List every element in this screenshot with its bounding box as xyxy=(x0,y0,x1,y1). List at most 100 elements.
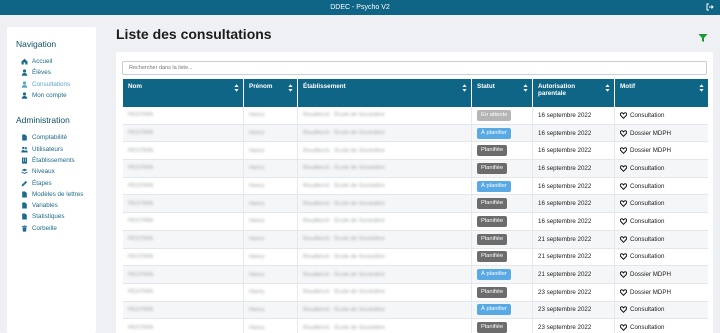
cell-nom: PESTRIN xyxy=(123,213,244,230)
cell-nom: PESTRIN xyxy=(123,124,244,142)
status-badge: Planifiée xyxy=(477,233,508,245)
sidebar-item-utilisateurs[interactable]: Utilisateurs xyxy=(16,143,96,154)
table-row[interactable]: PESTRIN Hanry Roudlerch · École de Sociedè… xyxy=(123,177,708,196)
prenom-value: Hanry xyxy=(249,306,265,313)
column-header-label: Motif xyxy=(620,83,636,90)
nom-value: PESTRIN xyxy=(128,236,154,243)
sidebar-item-modeles-de-lettres[interactable]: Modèles de lettres xyxy=(16,189,96,200)
prenom-value: Hanry xyxy=(249,236,265,243)
logout-icon[interactable] xyxy=(705,2,715,12)
cell-statut: Planifiée xyxy=(472,160,533,177)
cell-motif: Consultation xyxy=(615,213,708,230)
cell-statut: Planifiée xyxy=(472,319,533,333)
cell-motif: Dossier MDPH xyxy=(615,125,708,142)
pencil-icon xyxy=(21,180,28,187)
cell-etablissement: Roudlerch · École de Sociedère xyxy=(298,160,472,177)
sidebar-item-mon-compte[interactable]: Mon compte xyxy=(16,90,96,101)
motif-label: Consultation xyxy=(630,235,665,243)
column-header-prenom[interactable]: Prénom xyxy=(244,79,298,107)
cell-nom: PESTRIN xyxy=(123,319,244,333)
motif-label: Consultation xyxy=(630,200,665,208)
cell-prenom: Hanry xyxy=(244,266,298,283)
page-title: Liste des consultations xyxy=(116,26,272,42)
sidebar-item-accueil[interactable]: Accueil xyxy=(16,56,96,67)
etablissement-value: Roudlerch · École de Sociedère xyxy=(303,165,385,172)
cell-etablissement: Roudlerch · École de Sociedère xyxy=(298,195,472,213)
cell-motif: Consultation xyxy=(615,249,708,266)
filter-icon[interactable] xyxy=(698,30,708,42)
autorisation-date: 21 septembre 2022 xyxy=(538,271,592,279)
sidebar-item-etapes[interactable]: Étapes xyxy=(16,177,96,188)
column-header-statut[interactable]: Statut xyxy=(472,79,533,107)
cell-nom: PESTRIN xyxy=(123,248,244,266)
sort-icon[interactable] xyxy=(699,84,704,92)
sidebar-item-consultations[interactable]: Consultations xyxy=(16,79,96,90)
sidebar-item-niveaux[interactable]: Niveaux xyxy=(16,166,96,177)
table-row[interactable]: PESTRIN Hanry Roudlerch · École de Sociedè… xyxy=(123,107,708,125)
cell-autorisation: 23 septembre 2022 xyxy=(533,319,615,333)
status-badge: Planifiée xyxy=(477,251,508,263)
sidebar-item-etablissements[interactable]: Établissements xyxy=(16,155,96,166)
table-row[interactable]: PESTRIN Hanry Roudlerch · École de Sociedè… xyxy=(123,213,708,231)
sidebar-item-variables[interactable]: Variables xyxy=(16,200,96,211)
heart-icon xyxy=(619,235,628,243)
column-header-nom[interactable]: Nom xyxy=(123,79,244,107)
table-row[interactable]: PESTRIN Hanry Roudlerch · École de Sociedè… xyxy=(123,195,708,214)
sidebar-item-corbeille[interactable]: Corbeille xyxy=(16,223,96,234)
prenom-value: Hanry xyxy=(249,147,265,154)
table-row[interactable]: PESTRIN Hanry Roudlerch · École de Sociedè… xyxy=(123,319,708,333)
sort-icon[interactable] xyxy=(523,84,528,92)
table-row[interactable]: PESTRIN Hanry Roudlerch · École de Sociedè… xyxy=(123,301,708,320)
sidebar-item-label: Modèles de lettres xyxy=(32,190,84,198)
table-row[interactable]: PESTRIN Hanry Roudlerch · École de Sociedè… xyxy=(123,160,708,178)
sort-icon[interactable] xyxy=(605,84,610,92)
search-input[interactable] xyxy=(122,61,707,75)
cell-statut: À planifier xyxy=(472,124,533,142)
sort-icon[interactable] xyxy=(288,84,293,92)
sort-icon[interactable] xyxy=(234,84,239,92)
motif: Consultation xyxy=(619,112,664,119)
table-row[interactable]: PESTRIN Hanry Roudlerch · École de Sociedè… xyxy=(123,124,708,143)
cell-etablissement: Roudlerch · École de Sociedère xyxy=(298,230,472,248)
sort-icon[interactable] xyxy=(462,84,467,92)
etablissement-value: Roudlerch · École de Sociedère xyxy=(303,130,385,137)
status-badge: Planifiée xyxy=(477,215,508,227)
autorisation-date: 16 septembre 2022 xyxy=(538,182,592,190)
motif: Consultation xyxy=(619,306,664,314)
cell-motif: Dossier MDPH xyxy=(615,284,708,301)
cell-prenom: Hanry xyxy=(244,319,298,333)
sidebar: Navigation Accueil Élèves Consultations Mon… xyxy=(7,27,96,333)
sidebar-item-label: Élèves xyxy=(32,69,51,77)
cell-etablissement: Roudlerch · École de Sociedère xyxy=(298,107,472,124)
cell-nom: PESTRIN xyxy=(123,266,244,283)
cell-etablissement: Roudlerch · École de Sociedère xyxy=(298,319,472,333)
table-row[interactable]: PESTRIN Hanry Roudlerch · École de Sociedè… xyxy=(123,283,708,302)
column-header-label: Nom xyxy=(128,83,142,90)
cell-prenom: Hanry xyxy=(244,142,298,160)
cell-statut: Planifiée xyxy=(472,195,533,213)
sidebar-item-statistiques[interactable]: Statistiques xyxy=(16,211,96,222)
heart-icon xyxy=(619,182,628,190)
cell-autorisation: 21 septembre 2022 xyxy=(533,248,615,266)
etablissement-value: Roudlerch · École de Sociedère xyxy=(303,324,385,331)
motif: Consultation xyxy=(619,165,664,172)
motif-label: Consultation xyxy=(630,182,665,190)
motif-label: Dossier MDPH xyxy=(630,271,671,279)
nom-value: PESTRIN xyxy=(128,165,154,172)
motif: Dossier MDPH xyxy=(619,147,671,155)
sidebar-item-eleves[interactable]: Élèves xyxy=(16,67,96,78)
column-header-autorisation-parentale[interactable]: Autorisation parentale xyxy=(533,79,615,107)
column-header-motif[interactable]: Motif xyxy=(615,79,708,107)
nom-value: PESTRIN xyxy=(128,112,154,119)
table-row[interactable]: PESTRIN Hanry Roudlerch · École de Sociedè… xyxy=(123,266,708,284)
heart-icon xyxy=(619,112,628,119)
cell-etablissement: Roudlerch · École de Sociedère xyxy=(298,266,472,283)
column-header-etablissement[interactable]: Établissement xyxy=(298,79,472,107)
table-row[interactable]: PESTRIN Hanry Roudlerch · École de Sociedè… xyxy=(123,142,708,161)
cell-nom: PESTRIN xyxy=(123,107,244,124)
table-body: PESTRIN Hanry Roudlerch · École de Sociedè… xyxy=(123,107,708,333)
table-row[interactable]: PESTRIN Hanry Roudlerch · École de Sociedè… xyxy=(123,230,708,249)
table-row[interactable]: PESTRIN Hanry Roudlerch · École de Sociedè… xyxy=(123,248,708,267)
sidebar-item-comptabilite[interactable]: Comptabilité xyxy=(16,132,96,143)
autorisation-date: 23 septembre 2022 xyxy=(538,288,592,296)
